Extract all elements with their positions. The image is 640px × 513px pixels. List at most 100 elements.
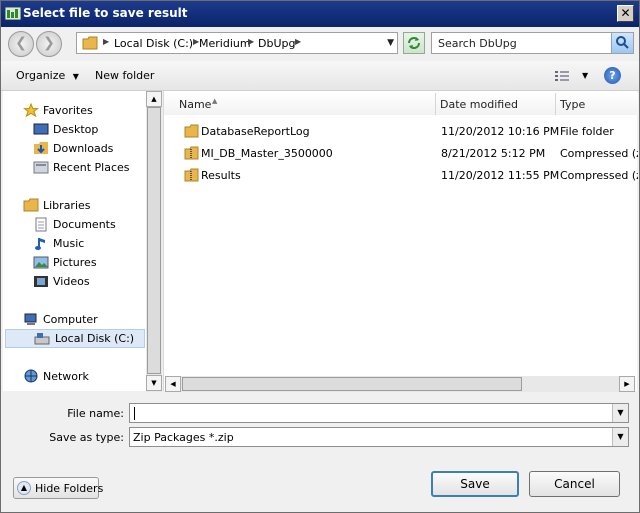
address-bar[interactable]: ▶ Local Disk (C:) ▶ Meridium ▶ DbUpg ▶ ▼ xyxy=(76,32,398,54)
close-icon: ✕ xyxy=(620,6,631,20)
nav-libraries-label: Libraries xyxy=(43,199,91,212)
file-name: DatabaseReportLog xyxy=(201,125,310,138)
recent-places-icon xyxy=(33,161,49,174)
search-icon xyxy=(616,36,629,49)
refresh-button[interactable] xyxy=(403,32,425,54)
navpane-scrollbar[interactable]: ▲ ▼ xyxy=(146,91,162,392)
computer-icon xyxy=(24,313,37,325)
navigation-bar: ❮ ❯ ▶ Local Disk (C:) ▶ Meridium ▶ DbUpg… xyxy=(1,27,639,61)
chevron-down-icon: ▼ xyxy=(72,72,79,81)
breadcrumb-separator-icon[interactable]: ▶ xyxy=(295,37,301,46)
file-name-label: File name: xyxy=(67,407,124,420)
chevron-down-icon[interactable]: ▼ xyxy=(612,428,628,446)
views-dropdown-icon[interactable]: ▼ xyxy=(582,71,588,80)
desktop-icon xyxy=(33,123,49,135)
back-arrow-icon: ❮ xyxy=(15,35,27,51)
breadcrumb-meridium[interactable]: Meridium xyxy=(199,37,251,50)
window-title: Select file to save result xyxy=(23,6,188,20)
file-date: 11/20/2012 10:16 PM xyxy=(441,125,560,138)
views-icon[interactable] xyxy=(554,69,570,83)
nav-computer[interactable]: Computer xyxy=(23,311,133,329)
scroll-down-icon[interactable]: ▼ xyxy=(146,375,162,391)
downloads-icon xyxy=(34,142,48,154)
file-name-field[interactable]: ▼ xyxy=(129,403,629,423)
nav-favorites[interactable]: Favorites xyxy=(23,102,133,120)
breadcrumb-separator-icon[interactable]: ▶ xyxy=(103,37,109,46)
back-button[interactable]: ❮ xyxy=(8,31,34,57)
new-folder-button[interactable]: New folder xyxy=(95,69,154,82)
save-as-type-label: Save as type: xyxy=(49,431,124,444)
scroll-up-icon[interactable]: ▲ xyxy=(146,91,162,107)
breadcrumb-dbupg[interactable]: DbUpg xyxy=(258,37,295,50)
forward-arrow-icon: ❯ xyxy=(43,35,55,51)
title-bar: Select file to save result ✕ xyxy=(1,1,639,27)
videos-icon xyxy=(34,276,48,287)
column-header-type[interactable]: Type xyxy=(556,93,638,115)
nav-desktop[interactable]: Desktop xyxy=(33,121,133,139)
nav-libraries[interactable]: Libraries xyxy=(23,197,133,215)
search-button[interactable] xyxy=(611,33,633,53)
file-name: MI_DB_Master_3500000 xyxy=(201,147,333,160)
breadcrumb-local-disk[interactable]: Local Disk (C:) xyxy=(114,37,193,50)
column-date-label: Date modified xyxy=(440,98,518,111)
breadcrumb-separator-icon[interactable]: ▶ xyxy=(248,37,254,46)
file-type: Compressed (zip xyxy=(560,147,638,160)
nav-network[interactable]: Network xyxy=(23,368,133,386)
nav-downloads[interactable]: Downloads xyxy=(33,140,133,158)
pictures-icon xyxy=(33,256,49,269)
organize-button[interactable]: Organize ▼ xyxy=(16,69,79,82)
nav-recent-places[interactable]: Recent Places xyxy=(33,159,133,177)
nav-documents[interactable]: Documents xyxy=(33,216,133,234)
folder-icon xyxy=(82,36,98,50)
nav-pictures[interactable]: Pictures xyxy=(33,254,133,272)
address-dropdown-icon[interactable]: ▼ xyxy=(387,38,394,48)
help-icon[interactable]: ? xyxy=(604,67,621,84)
close-button[interactable]: ✕ xyxy=(617,5,634,22)
search-box[interactable]: Search DbUpg xyxy=(431,32,634,54)
nav-videos[interactable]: Videos xyxy=(33,273,133,291)
music-icon xyxy=(35,238,45,250)
hide-folders-button[interactable]: ▲ Hide Folders xyxy=(13,477,103,499)
forward-button[interactable]: ❯ xyxy=(36,31,62,57)
nav-pictures-label: Pictures xyxy=(53,256,97,269)
file-date: 8/21/2012 5:12 PM xyxy=(441,147,546,160)
command-toolbar: Organize ▼ New folder ▼ ? xyxy=(1,61,639,91)
text-caret xyxy=(134,407,135,420)
documents-icon xyxy=(35,217,47,232)
nav-music-label: Music xyxy=(53,237,85,250)
save-as-type-value: Zip Packages *.zip xyxy=(133,431,234,444)
file-row[interactable]: MI_DB_Master_3500000 8/21/2012 5:12 PM C… xyxy=(164,144,638,164)
filelist-scroll-thumb[interactable] xyxy=(182,377,522,391)
chevron-down-icon[interactable]: ▼ xyxy=(612,404,628,422)
column-header-name[interactable]: Name ▲ xyxy=(164,93,436,115)
cancel-button[interactable]: Cancel xyxy=(529,471,620,497)
sort-ascending-icon: ▲ xyxy=(212,97,218,105)
column-type-label: Type xyxy=(560,98,586,111)
file-row[interactable]: Results 11/20/2012 11:55 PM Compressed (… xyxy=(164,166,638,186)
save-dialog: Select file to save result ✕ ❮ ❯ ▶ Local… xyxy=(0,0,640,513)
file-type: File folder xyxy=(560,125,614,138)
nav-local-disk-label: Local Disk (C:) xyxy=(55,332,135,345)
star-icon xyxy=(23,103,39,118)
navpane-scroll-thumb[interactable] xyxy=(147,107,161,374)
filelist-horizontal-scrollbar[interactable]: ◀ ▶ xyxy=(165,376,635,392)
file-list: Name ▲ Date modified Type DatabaseReport… xyxy=(163,91,638,391)
nav-music[interactable]: Music xyxy=(33,235,133,253)
file-row[interactable]: DatabaseReportLog 11/20/2012 10:16 PM Fi… xyxy=(164,122,638,142)
scroll-left-icon[interactable]: ◀ xyxy=(165,376,181,392)
network-icon xyxy=(24,369,38,383)
folder-icon xyxy=(184,124,199,138)
local-disk-icon xyxy=(34,333,50,345)
save-as-type-select[interactable]: Zip Packages *.zip ▼ xyxy=(129,427,629,447)
nav-local-disk[interactable]: Local Disk (C:) xyxy=(5,329,145,348)
save-button[interactable]: Save xyxy=(431,471,519,497)
app-icon xyxy=(5,7,21,20)
search-input[interactable]: Search DbUpg xyxy=(438,37,517,50)
file-type: Compressed (zip xyxy=(560,169,638,182)
scroll-right-icon[interactable]: ▶ xyxy=(619,376,635,392)
nav-network-label: Network xyxy=(43,370,89,383)
nav-recent-places-label: Recent Places xyxy=(53,161,130,174)
nav-computer-label: Computer xyxy=(43,313,98,326)
column-header-date[interactable]: Date modified xyxy=(436,93,556,115)
column-name-label: Name xyxy=(179,98,212,111)
